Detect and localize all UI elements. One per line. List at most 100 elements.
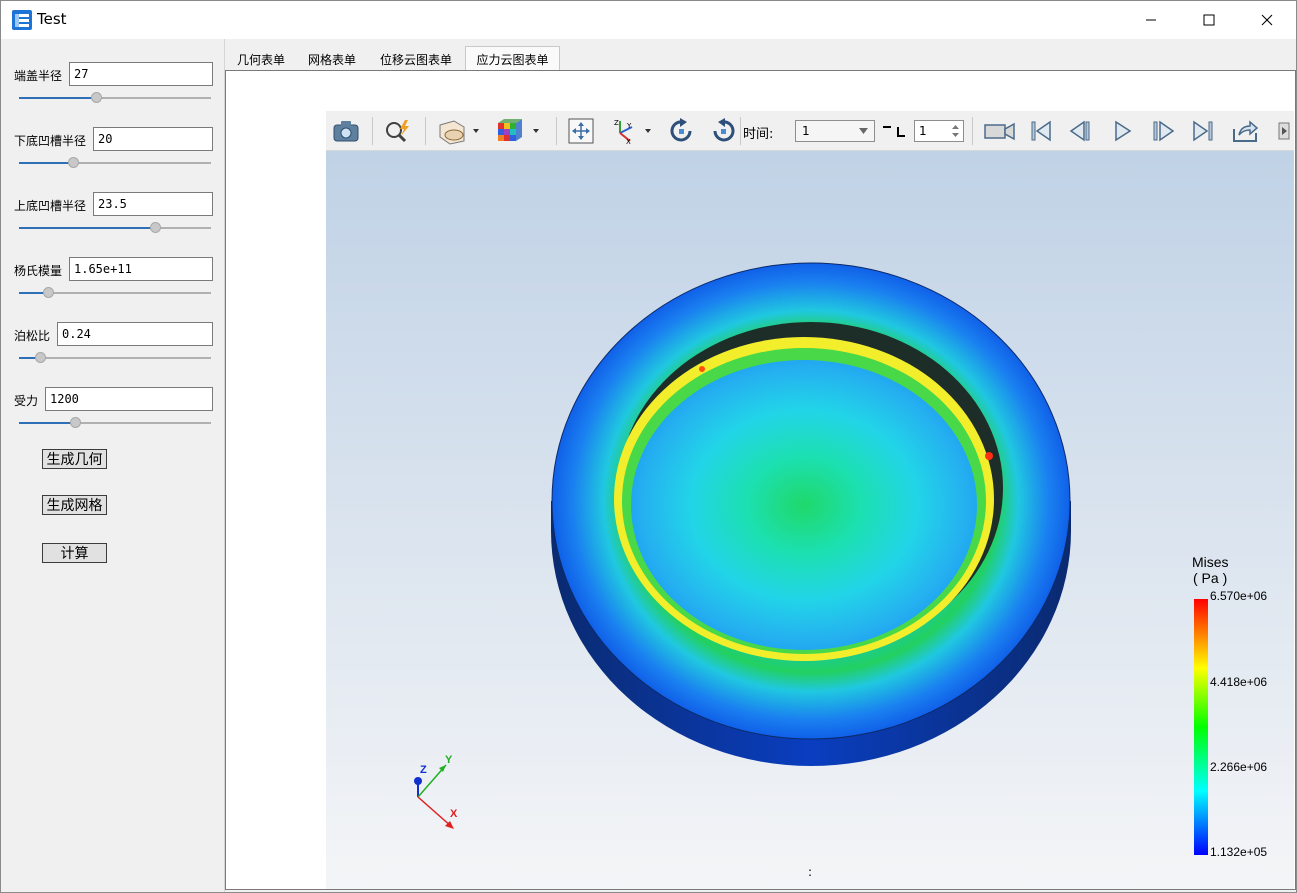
axes-orientation-icon: Z Y X (614, 119, 651, 145)
minimize-button[interactable] (1122, 1, 1180, 39)
slider-fill (19, 422, 75, 424)
status-text: : (808, 865, 813, 879)
previous-frame-button[interactable] (1066, 117, 1096, 145)
y-axis-label: Y (445, 754, 453, 766)
param-label-youngs-modulus: 杨氏模量 (14, 264, 63, 278)
slider-thumb[interactable] (43, 287, 54, 298)
time-value: 1 (802, 124, 810, 138)
title-bar: Test (1, 1, 1296, 39)
record-button[interactable] (982, 117, 1018, 145)
play-button[interactable] (1108, 117, 1138, 145)
param-label-lower-groove-radius: 下底凹槽半径 (14, 134, 87, 148)
window-title: Test (37, 10, 67, 28)
slider-thumb[interactable] (35, 352, 46, 363)
slider-fill (19, 227, 155, 229)
frame-value: 1 (919, 124, 927, 138)
app-window: Test 端盖半径 27 下底凹槽半径 20 上底凹槽半径 23.5 杨氏模量 (0, 0, 1297, 893)
legend-label-max: 6.570e+06 (1210, 589, 1268, 603)
youngs-modulus-input[interactable]: 1.65e+11 (69, 257, 213, 281)
time-select[interactable]: 1 (795, 120, 875, 142)
render-viewport[interactable]: Mises ( Pa ) 6.570e+06 4.418e+06 2.266e+… (326, 151, 1294, 889)
slider-thumb[interactable] (91, 92, 102, 103)
parameter-panel: 端盖半径 27 下底凹槽半径 20 上底凹槽半径 23.5 杨氏模量 1.65e… (2, 39, 225, 892)
toolbar-overflow-button[interactable] (1276, 117, 1292, 145)
lower-groove-radius-input[interactable]: 20 (93, 127, 213, 151)
color-map-dropdown[interactable] (494, 117, 544, 145)
first-frame-button[interactable] (1026, 117, 1056, 145)
x-axis-label: X (450, 808, 458, 820)
separator (425, 117, 426, 145)
maximize-icon (1203, 14, 1215, 26)
tab-stress[interactable]: 应力云图表单 (465, 46, 560, 71)
app-icon (12, 10, 32, 30)
close-button[interactable] (1238, 1, 1296, 39)
svg-text:X: X (626, 138, 631, 145)
close-icon (1261, 14, 1273, 26)
param-label-force: 受力 (14, 394, 39, 408)
skip-first-icon (1031, 120, 1051, 142)
color-cube-icon (498, 119, 539, 141)
slider-thumb[interactable] (68, 157, 79, 168)
slider-thumb[interactable] (150, 222, 161, 233)
legend-label-min: 1.132e+05 (1210, 845, 1268, 859)
stress-hotspot (699, 366, 705, 372)
next-frame-button[interactable] (1148, 117, 1178, 145)
maximize-button[interactable] (1180, 1, 1238, 39)
end-cap-radius-slider[interactable] (19, 92, 211, 104)
slider-fill (19, 97, 96, 99)
quick-zoom-button[interactable] (382, 117, 414, 145)
upper-groove-radius-slider[interactable] (19, 222, 211, 234)
minimize-icon (1146, 19, 1156, 21)
viewer-toolbar: Z Y X 时间: 1 1 (326, 111, 1294, 151)
force-input[interactable]: 1200 (45, 387, 213, 411)
poisson-ratio-input[interactable]: 0.24 (57, 322, 213, 346)
reset-view-button[interactable] (566, 117, 596, 145)
groove-floor (631, 360, 977, 650)
end-cap-radius-input[interactable]: 27 (69, 62, 213, 86)
generate-mesh-button[interactable]: 生成网格 (42, 495, 107, 515)
tab-mesh[interactable]: 网格表单 (298, 47, 366, 71)
screenshot-button[interactable] (331, 117, 361, 145)
representation-dropdown[interactable] (434, 117, 482, 145)
camera-icon (333, 121, 359, 142)
export-button[interactable] (1229, 117, 1261, 145)
slider-track (19, 357, 211, 359)
z-axis-tip (414, 777, 422, 785)
rotate-ccw-button[interactable] (708, 117, 738, 145)
skip-last-icon (1193, 120, 1213, 142)
video-camera-icon (984, 122, 1015, 141)
tab-displacement[interactable]: 位移云图表单 (369, 47, 463, 71)
legend-label-upper: 4.418e+06 (1210, 675, 1268, 689)
last-frame-button[interactable] (1188, 117, 1218, 145)
chevron-down-icon (859, 128, 868, 134)
spin-arrows-icon[interactable] (952, 124, 959, 138)
step-forward-icon (1153, 120, 1175, 142)
time-label: 时间: (743, 127, 774, 142)
legend-unit: ( Pa ) (1193, 570, 1228, 586)
param-label-upper-groove-radius: 上底凹槽半径 (14, 199, 87, 213)
play-icon (1115, 120, 1132, 142)
frame-step-icon (883, 126, 905, 137)
svg-text:Z: Z (614, 119, 619, 127)
rotate-clockwise-icon (670, 118, 692, 142)
magnifier-lightning-icon (386, 120, 409, 143)
force-slider[interactable] (19, 417, 211, 429)
upper-groove-radius-input[interactable]: 23.5 (93, 192, 213, 216)
rotate-cw-button[interactable] (667, 117, 697, 145)
orientation-dropdown[interactable]: Z Y X (608, 117, 658, 145)
step-back-icon (1069, 120, 1090, 142)
separator (972, 117, 973, 145)
frame-spinbox[interactable]: 1 (914, 120, 964, 142)
generate-geometry-button[interactable]: 生成几何 (42, 449, 107, 469)
tab-geometry[interactable]: 几何表单 (227, 47, 295, 71)
stress-plot-scene (414, 262, 1208, 855)
lower-groove-radius-slider[interactable] (19, 157, 211, 169)
separator (740, 117, 741, 145)
slider-thumb[interactable] (70, 417, 81, 428)
youngs-modulus-slider[interactable] (19, 287, 211, 299)
fit-view-icon (568, 118, 594, 144)
poisson-ratio-slider[interactable] (19, 352, 211, 364)
export-icon (1233, 120, 1259, 142)
compute-button[interactable]: 计算 (42, 543, 107, 563)
separator (556, 117, 557, 145)
